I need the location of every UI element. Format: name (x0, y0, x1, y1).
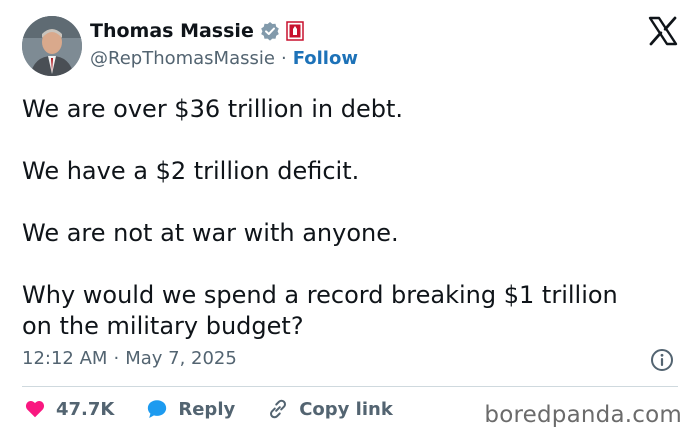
avatar[interactable] (22, 16, 82, 76)
tweet-date: May 7, 2025 (125, 348, 237, 369)
tweet-paragraph: Why would we spend a record breaking $1 … (22, 281, 618, 340)
heart-icon (25, 401, 45, 418)
like-button[interactable]: 47.7K (24, 398, 114, 420)
copy-link-button[interactable]: Copy link (267, 398, 393, 420)
author-name-row: Thomas Massie (90, 20, 304, 42)
verified-badge-icon (260, 21, 280, 41)
handle-row: @RepThomasMassie · Follow (90, 48, 358, 69)
tweet-text: We are over $36 trillion in debt. We hav… (22, 94, 682, 342)
reply-label: Reply (178, 398, 236, 420)
tweet-paragraph: We are over $36 trillion in debt. (22, 95, 403, 123)
reply-bubble-icon (148, 400, 167, 418)
like-count: 47.7K (56, 398, 115, 420)
tweet-time: 12:12 AM (22, 348, 108, 369)
divider (22, 386, 678, 387)
watermark: boredpanda.com (484, 402, 682, 428)
author-handle[interactable]: @RepThomasMassie (90, 48, 275, 69)
reply-button[interactable]: Reply (146, 398, 235, 420)
action-bar: 47.7K Reply Copy link (24, 398, 393, 420)
congress-badge-icon (286, 21, 304, 41)
handle-separator: · (280, 48, 287, 69)
timestamp-separator: · (113, 348, 120, 369)
tweet-timestamp[interactable]: 12:12 AM · May 7, 2025 (22, 348, 237, 369)
tweet-paragraph: We are not at war with anyone. (22, 219, 399, 247)
link-icon (270, 399, 287, 419)
copy-link-label: Copy link (299, 398, 393, 420)
author-name[interactable]: Thomas Massie (90, 20, 254, 42)
x-logo-icon[interactable] (648, 16, 678, 46)
tweet-paragraph: We have a $2 trillion deficit. (22, 157, 360, 185)
follow-button[interactable]: Follow (293, 48, 358, 69)
tweet-card: Thomas Massie @RepThomasMassie · Follow (0, 0, 700, 440)
info-icon[interactable] (650, 348, 674, 372)
